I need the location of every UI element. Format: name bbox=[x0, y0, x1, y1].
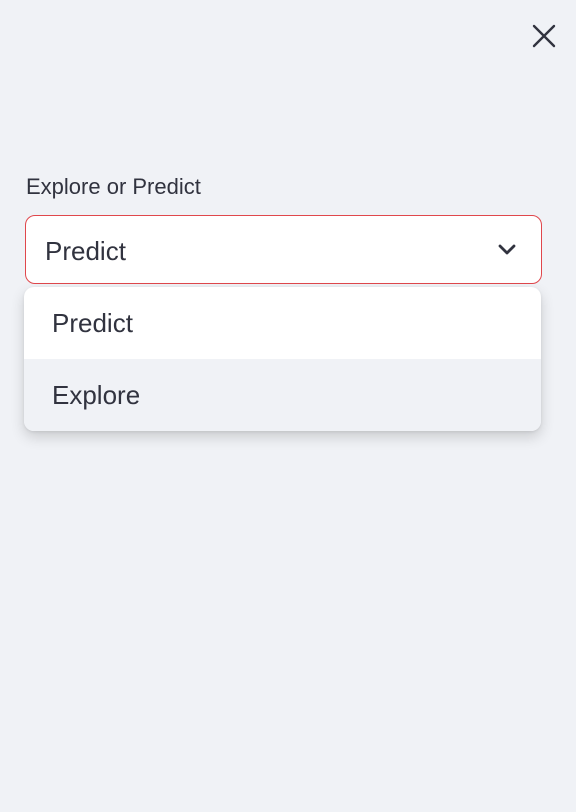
close-button[interactable] bbox=[526, 18, 562, 54]
chevron-down-icon bbox=[497, 240, 517, 260]
close-icon bbox=[532, 24, 556, 48]
option-predict[interactable]: Predict bbox=[24, 287, 541, 359]
dropdown-menu: Predict Explore bbox=[24, 287, 541, 431]
explore-predict-select[interactable]: Predict bbox=[25, 215, 542, 284]
option-explore[interactable]: Explore bbox=[24, 359, 541, 431]
select-label: Explore or Predict bbox=[26, 174, 201, 199]
select-current-value: Predict bbox=[45, 236, 126, 266]
